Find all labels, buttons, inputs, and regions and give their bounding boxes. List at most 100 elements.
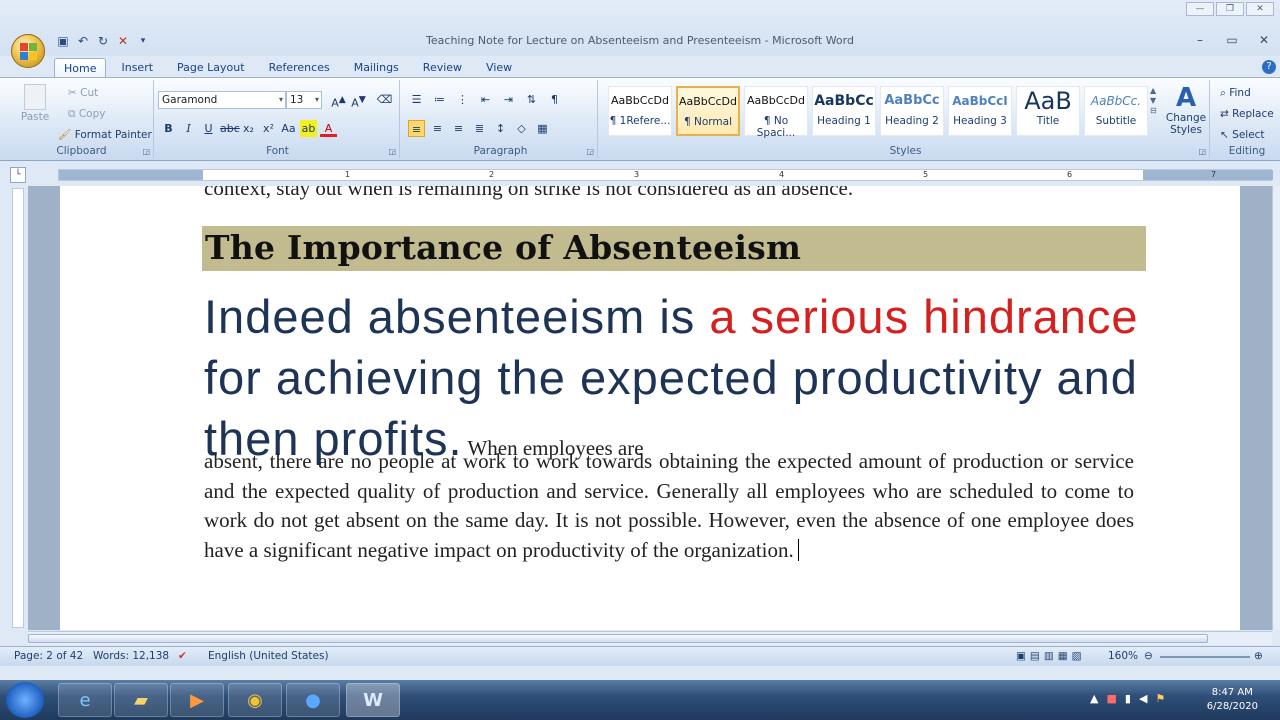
horizontal-scrollbar[interactable] — [28, 631, 1272, 645]
close-doc-icon[interactable]: ✕ — [116, 34, 130, 48]
select-button[interactable]: ↖ Select — [1220, 128, 1265, 142]
align-center-icon[interactable]: ≡ — [429, 120, 446, 137]
flag-icon[interactable]: ⚑ — [1155, 692, 1165, 705]
style-no-spacing[interactable]: AaBbCcDd ¶ No Spaci... — [744, 86, 808, 139]
decrease-indent-icon[interactable]: ⇤ — [477, 91, 494, 108]
language[interactable]: English (United States) — [208, 650, 329, 662]
multilevel-list-icon[interactable]: ⋮ — [454, 91, 471, 108]
font-size-combo[interactable]: 13 ▾ — [286, 91, 322, 109]
align-left-icon[interactable]: ≡ — [408, 120, 425, 137]
dialog-launcher-icon[interactable]: ◲ — [586, 147, 594, 156]
tab-home[interactable]: Home — [54, 58, 107, 78]
shrink-font-button[interactable]: A▼ — [350, 91, 367, 111]
change-styles-button[interactable]: A Change Styles — [1164, 84, 1208, 136]
paste-button[interactable]: Paste — [20, 84, 50, 124]
style-title[interactable]: AaB Title — [1016, 86, 1080, 136]
superscript-icon[interactable]: x² — [260, 120, 277, 137]
minimize-button[interactable]: – — [1184, 32, 1216, 50]
explorer-taskbar-button[interactable]: ▰ — [114, 683, 168, 717]
borders-icon[interactable]: ▦ — [534, 120, 551, 137]
horizontal-ruler[interactable]: 1 2 3 4 5 6 7 — [58, 169, 1273, 181]
customize-qat-icon[interactable]: ▾ — [136, 34, 150, 48]
start-button[interactable] — [6, 682, 44, 718]
tab-view[interactable]: View — [477, 58, 521, 78]
copy-button[interactable]: ⧉ Copy — [68, 107, 105, 121]
outer-restore-button[interactable]: ❐ — [1216, 2, 1244, 16]
tray-expand-icon[interactable]: ▲ — [1090, 692, 1098, 705]
find-button[interactable]: ⌕ Find — [1220, 86, 1251, 100]
align-right-icon[interactable]: ≡ — [450, 120, 467, 137]
vertical-ruler[interactable] — [12, 188, 24, 628]
dialog-launcher-icon[interactable]: ◲ — [388, 147, 396, 156]
vertical-scrollbar[interactable] — [1272, 186, 1280, 630]
proofing-icon[interactable]: ✔ — [178, 650, 187, 662]
bullets-icon[interactable]: ☰ — [408, 91, 425, 108]
zoom-slider[interactable] — [1160, 656, 1250, 658]
ie-taskbar-button[interactable]: e — [58, 683, 112, 717]
numbering-icon[interactable]: ≔ — [431, 91, 448, 108]
clear-formatting-button[interactable]: ⌫ — [376, 91, 393, 108]
grow-font-button[interactable]: A▲ — [330, 91, 347, 111]
bold-icon[interactable]: B — [160, 120, 177, 137]
document-page[interactable]: context, stay out when is remaining on s… — [60, 186, 1240, 630]
volume-icon[interactable]: ◀ — [1139, 692, 1147, 705]
tab-insert[interactable]: Insert — [112, 58, 162, 78]
tab-page-layout[interactable]: Page Layout — [168, 58, 254, 78]
shading-icon[interactable]: ◇ — [513, 120, 530, 137]
chevron-down-icon: ▾ — [314, 95, 319, 104]
zoom-in-icon[interactable]: ⊕ — [1254, 650, 1263, 662]
style-normal[interactable]: AaBbCcDd ¶ Normal — [676, 86, 740, 136]
font-color-icon[interactable]: A — [320, 120, 337, 137]
italic-icon[interactable]: I — [180, 120, 197, 137]
view-buttons[interactable]: ▣▤▥▦▧ — [1016, 650, 1086, 662]
office-button[interactable] — [11, 34, 45, 68]
word-taskbar-button[interactable]: W — [346, 683, 400, 717]
undo-icon[interactable]: ↶ — [76, 34, 90, 48]
network-icon[interactable]: ▮ — [1125, 692, 1131, 705]
outer-close-button[interactable]: ✕ — [1246, 2, 1274, 16]
zoom-level[interactable]: 160% — [1108, 650, 1138, 662]
sort-icon[interactable]: ⇅ — [523, 91, 540, 108]
clock[interactable]: 8:47 AM 6/28/2020 — [1207, 686, 1258, 714]
show-hide-icon[interactable]: ¶ — [546, 91, 563, 108]
dialog-launcher-icon[interactable]: ◲ — [1198, 147, 1206, 156]
format-painter-button[interactable]: 🖌 Format Painter — [58, 128, 152, 142]
horizontal-scroll-thumb[interactable] — [28, 634, 1208, 643]
maximize-button[interactable]: ▭ — [1216, 32, 1248, 50]
font-name-combo[interactable]: Garamond ▾ — [158, 91, 286, 109]
style-heading-3[interactable]: AaBbCcI Heading 3 — [948, 86, 1012, 136]
style-1reference[interactable]: AaBbCcDd ¶ 1Refere... — [608, 86, 672, 136]
underline-icon[interactable]: U — [200, 120, 217, 137]
document-area[interactable]: context, stay out when is remaining on s… — [28, 186, 1272, 630]
highlight-icon[interactable]: ab — [300, 120, 317, 137]
help-icon[interactable]: ? — [1262, 60, 1276, 74]
tab-mailings[interactable]: Mailings — [345, 58, 408, 78]
tray-app-icon[interactable]: ■ — [1106, 692, 1116, 705]
increase-indent-icon[interactable]: ⇥ — [500, 91, 517, 108]
line-spacing-icon[interactable]: ↕ — [492, 120, 509, 137]
subscript-icon[interactable]: x₂ — [240, 120, 257, 137]
zoom-taskbar-button[interactable]: ● — [286, 683, 340, 717]
cut-button[interactable]: ✂ Cut — [68, 86, 98, 100]
replace-button[interactable]: ⇄ Replace — [1220, 107, 1274, 121]
gallery-scroll-icons[interactable]: ▲ ▼ ⊟ — [1150, 86, 1157, 116]
page-count[interactable]: Page: 2 of 42 — [14, 650, 83, 662]
justify-icon[interactable]: ≣ — [471, 120, 488, 137]
style-subtitle[interactable]: AaBbCc. Subtitle — [1084, 86, 1148, 136]
tab-review[interactable]: Review — [414, 58, 471, 78]
close-button[interactable]: ✕ — [1248, 32, 1280, 50]
redo-icon[interactable]: ↻ — [96, 34, 110, 48]
media-taskbar-button[interactable]: ▶ — [170, 683, 224, 717]
style-heading-1[interactable]: AaBbCc Heading 1 — [812, 86, 876, 136]
save-icon[interactable]: ▣ — [56, 34, 70, 48]
tab-selector[interactable]: └ — [10, 167, 26, 183]
dialog-launcher-icon[interactable]: ◲ — [142, 147, 150, 156]
style-heading-2[interactable]: AaBbCc Heading 2 — [880, 86, 944, 136]
tab-references[interactable]: References — [260, 58, 339, 78]
chrome-taskbar-button[interactable]: ◉ — [228, 683, 282, 717]
strikethrough-icon[interactable]: abc — [220, 120, 240, 137]
word-count[interactable]: Words: 12,138 — [93, 650, 169, 662]
change-case-icon[interactable]: Aa — [280, 120, 297, 137]
outer-minimize-button[interactable]: — — [1186, 2, 1214, 16]
zoom-out-icon[interactable]: ⊖ — [1144, 650, 1153, 662]
